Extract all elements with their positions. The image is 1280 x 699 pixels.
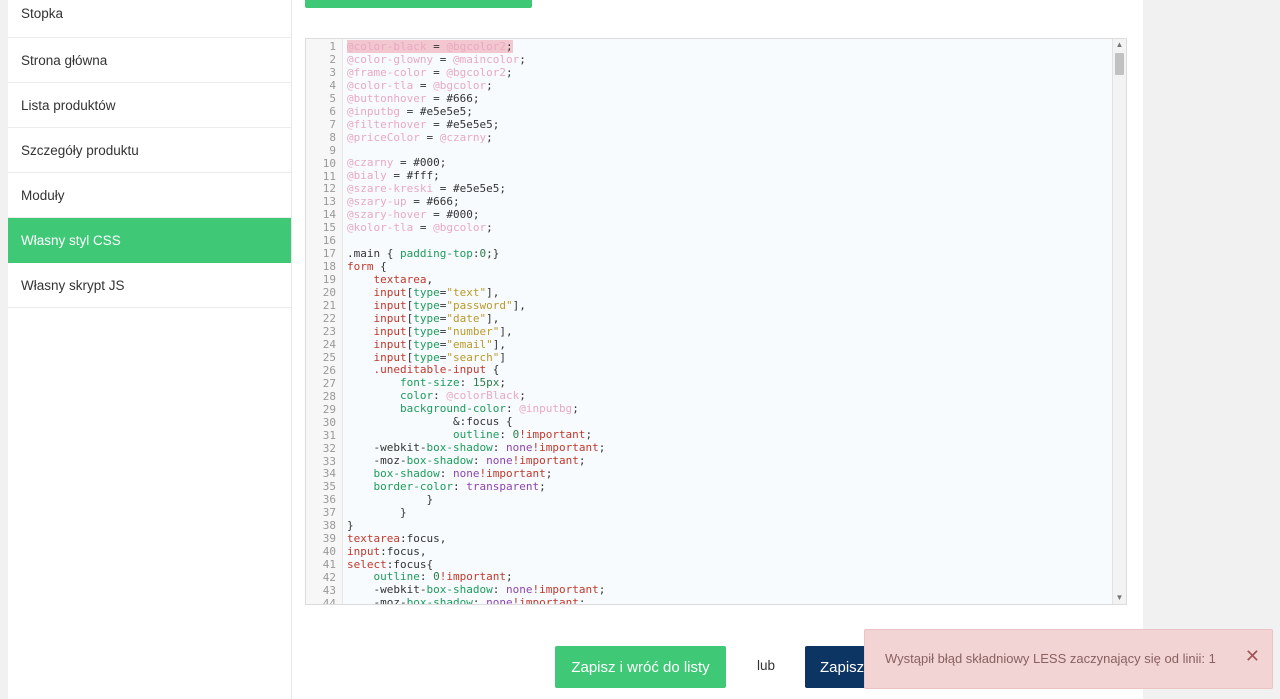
line-number: 3 [329,65,336,79]
line-number: 10 [322,156,336,170]
main-panel: 1 2 3 4 5 6 7 8 9 10 11 12 13 14 15 16 17 18 19 20 21 22 23 24 2… [292,0,1143,699]
line-number: 4 [329,78,336,92]
code-line[interactable]: -moz-box-shadow: none!important; [347,596,1110,604]
code-line[interactable]: textarea:focus, [347,532,1110,546]
code-content[interactable]: @color-black = @bgcolor2; @color-glowny =… [347,40,1110,604]
sidebar-item-wlasny-skrypt-js[interactable]: Własny skrypt JS [8,263,291,308]
line-number: 25 [322,350,336,364]
line-number: 29 [322,402,336,416]
or-label: lub [757,658,776,673]
scroll-up-icon[interactable]: ▲ [1113,39,1126,51]
toast-message: Wystąpił błąd składniowy LESS zaczynając… [885,651,1216,666]
line-number: 7 [329,117,336,131]
line-number: 32 [322,441,336,455]
code-line[interactable] [347,145,1110,158]
sidebar: Stopka Strona główna Lista produktów Szc… [8,0,292,699]
line-number: 28 [322,389,336,403]
line-number: 24 [322,337,336,351]
code-line[interactable]: } [347,493,1110,507]
error-toast: Wystąpił błąd składniowy LESS zaczynając… [864,629,1273,689]
sidebar-item-moduly[interactable]: Moduły [8,173,291,218]
line-number: 27 [322,376,336,390]
editor-gutter: 1 2 3 4 5 6 7 8 9 10 11 12 13 14 15 16 17 18 19 20 21 22 23 24 2… [306,39,343,604]
line-number: 26 [322,363,336,377]
code-line[interactable]: input:focus, [347,545,1110,559]
code-line[interactable]: @szare-kreski = #e5e5e5; [347,182,1110,196]
line-number: 6 [329,104,336,118]
sidebar-item-szczegoly-produktu[interactable]: Szczegóły produktu [8,128,291,173]
line-number: 5 [329,91,336,105]
sidebar-item-lista-produktow[interactable]: Lista produktów [8,83,291,128]
line-number: 44 [322,596,336,605]
code-line[interactable]: form { [347,260,1110,274]
code-line[interactable]: @priceColor = @czarny; [347,131,1110,145]
line-numbers: 1 2 3 4 5 6 7 8 9 10 11 12 13 14 15 16 17 18 19 20 21 22 23 24 2… [306,40,336,605]
editor-scrollbar[interactable]: ▲ ▼ [1112,39,1126,604]
line-number: 30 [322,415,336,429]
line-number: 2 [329,52,336,66]
top-action-button[interactable] [305,0,532,8]
sidebar-item-strona-glowna[interactable]: Strona główna [8,38,291,83]
save-and-return-button[interactable]: Zapisz i wróć do listy [555,646,726,688]
scroll-down-icon[interactable]: ▼ [1113,592,1126,604]
line-number: 9 [329,143,336,157]
code-line[interactable]: } [347,506,1110,520]
sidebar-item-stopka[interactable]: Stopka [8,0,291,38]
line-number: 1 [329,40,336,53]
scroll-thumb[interactable] [1115,53,1124,75]
code-line[interactable]: @kolor-tla = @bgcolor; [347,221,1110,235]
line-number: 8 [329,130,336,144]
line-number: 31 [322,428,336,442]
sidebar-item-wlasny-styl-css[interactable]: Własny styl CSS [8,218,291,263]
code-line[interactable]: } [347,519,1110,533]
line-number: 23 [322,324,336,338]
code-editor[interactable]: 1 2 3 4 5 6 7 8 9 10 11 12 13 14 15 16 17 18 19 20 21 22 23 24 2… [305,38,1127,605]
code-line[interactable]: .main { padding-top:0;} [347,247,1110,261]
code-line[interactable]: @czarny = #000; [347,156,1110,170]
close-icon[interactable]: ✕ [1245,646,1260,666]
code-line[interactable]: border-color: transparent; [347,480,1110,494]
